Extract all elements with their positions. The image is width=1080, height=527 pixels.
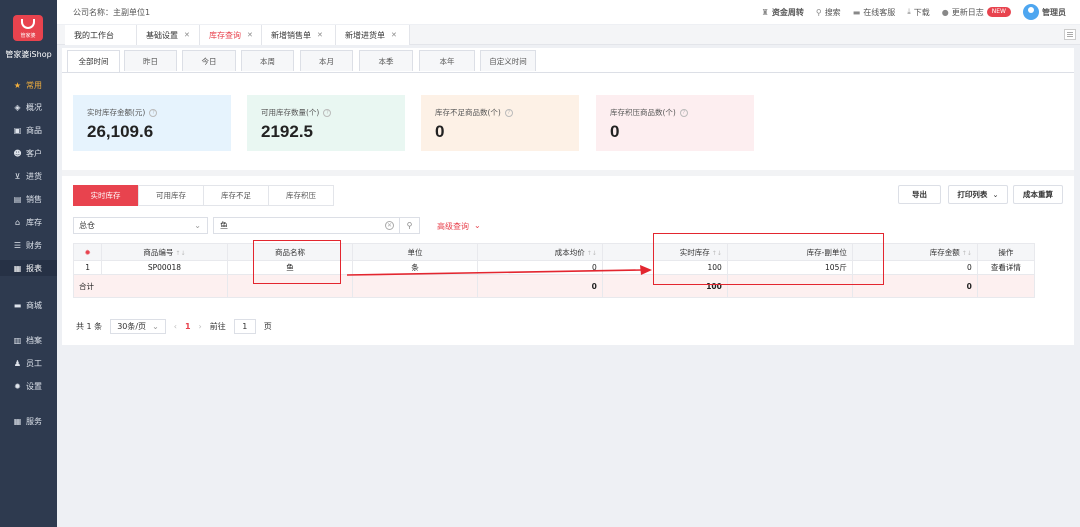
annotation-arrow [346, 265, 652, 276]
